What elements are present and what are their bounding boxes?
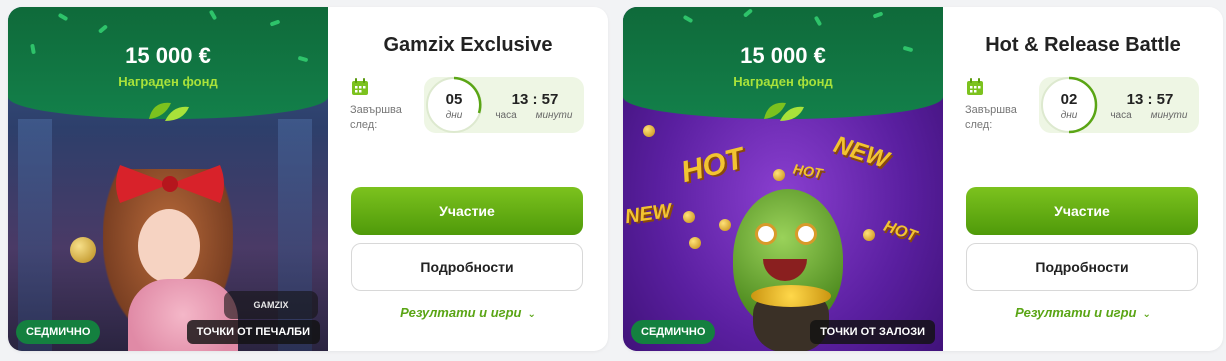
chevron-down-icon: ⌄: [527, 309, 536, 320]
promo-banner[interactable]: HOT NEW HOT NEW HOT 15 000 € Награден фо…: [623, 7, 943, 351]
results-link-label: Резултати и игри: [400, 305, 522, 320]
provider-logo: GAMZIX: [224, 291, 318, 319]
details-button[interactable]: Подробности: [351, 243, 583, 291]
countdown-days: 05: [445, 91, 463, 108]
prize-label: Награден фонд: [733, 74, 833, 89]
tournament-card[interactable]: HOT NEW HOT NEW HOT 15 000 € Награден фо…: [623, 7, 1223, 351]
countdown-days-label: дни: [1060, 110, 1078, 121]
art-word: HOT: [791, 160, 824, 182]
join-button[interactable]: Участие: [966, 187, 1198, 235]
tournament-title: Hot & Release Battle: [985, 34, 1181, 56]
promo-art-monster: HOT NEW HOT NEW HOT: [623, 119, 943, 351]
countdown-days: 02: [1060, 91, 1078, 108]
chevron-down-icon: ⌄: [1142, 309, 1151, 320]
countdown-hours-label: часа: [1110, 110, 1132, 121]
tournament-info: Gamzix Exclusive Завършва след: 05 дни 1…: [328, 7, 608, 351]
prize-amount: 15 000 €: [125, 43, 211, 68]
countdown-time: 13 : 57: [1126, 91, 1174, 108]
leaf-icon: [764, 102, 804, 121]
join-button[interactable]: Участие: [351, 187, 583, 235]
leaf-icon: [149, 102, 189, 121]
scoring-badge: ТОЧКИ ОТ ЗАЛОЗИ: [810, 320, 935, 344]
prize-amount: 15 000 €: [740, 43, 826, 68]
calendar-icon: [967, 78, 983, 95]
tournament-cards-row: 15 000 € Награден фонд GAMZIX СЕДМИЧНО Т…: [0, 0, 1226, 361]
countdown-timer: 05 дни 13 : 57 часа минути: [424, 76, 584, 133]
art-word: HOT: [881, 217, 919, 246]
prize-label: Награден фонд: [118, 74, 218, 89]
art-word: NEW: [830, 131, 892, 175]
countdown-time: 13 : 57: [511, 91, 559, 108]
results-and-games-link[interactable]: Резултати и игри ⌄: [943, 305, 1223, 320]
countdown-hours-label: часа: [495, 110, 517, 121]
scoring-badge: ТОЧКИ ОТ ПЕЧАЛБИ: [186, 320, 320, 344]
art-word: HOT: [677, 141, 748, 190]
tournament-info: Hot & Release Battle Завършва след: 02 д…: [943, 7, 1223, 351]
countdown-minutes-label: минути: [1150, 110, 1188, 121]
calendar-icon: [352, 78, 368, 95]
details-button[interactable]: Подробности: [966, 243, 1198, 291]
countdown-minutes-label: минути: [535, 110, 573, 121]
tournament-card[interactable]: 15 000 € Награден фонд GAMZIX СЕДМИЧНО Т…: [8, 7, 608, 351]
ends-label: Завършва след:: [350, 104, 402, 131]
countdown-days-label: дни: [445, 110, 463, 121]
ends-label: Завършва след:: [965, 104, 1017, 131]
tournament-title: Gamzix Exclusive: [383, 34, 553, 56]
art-word: NEW: [623, 199, 673, 229]
results-link-label: Резултати и игри: [1015, 305, 1137, 320]
results-and-games-link[interactable]: Резултати и игри ⌄: [328, 305, 608, 320]
countdown-timer: 02 дни 13 : 57 часа минути: [1039, 76, 1199, 134]
frequency-badge: СЕДМИЧНО: [16, 320, 101, 344]
frequency-badge: СЕДМИЧНО: [631, 320, 716, 344]
promo-banner[interactable]: 15 000 € Награден фонд GAMZIX СЕДМИЧНО Т…: [8, 7, 328, 351]
